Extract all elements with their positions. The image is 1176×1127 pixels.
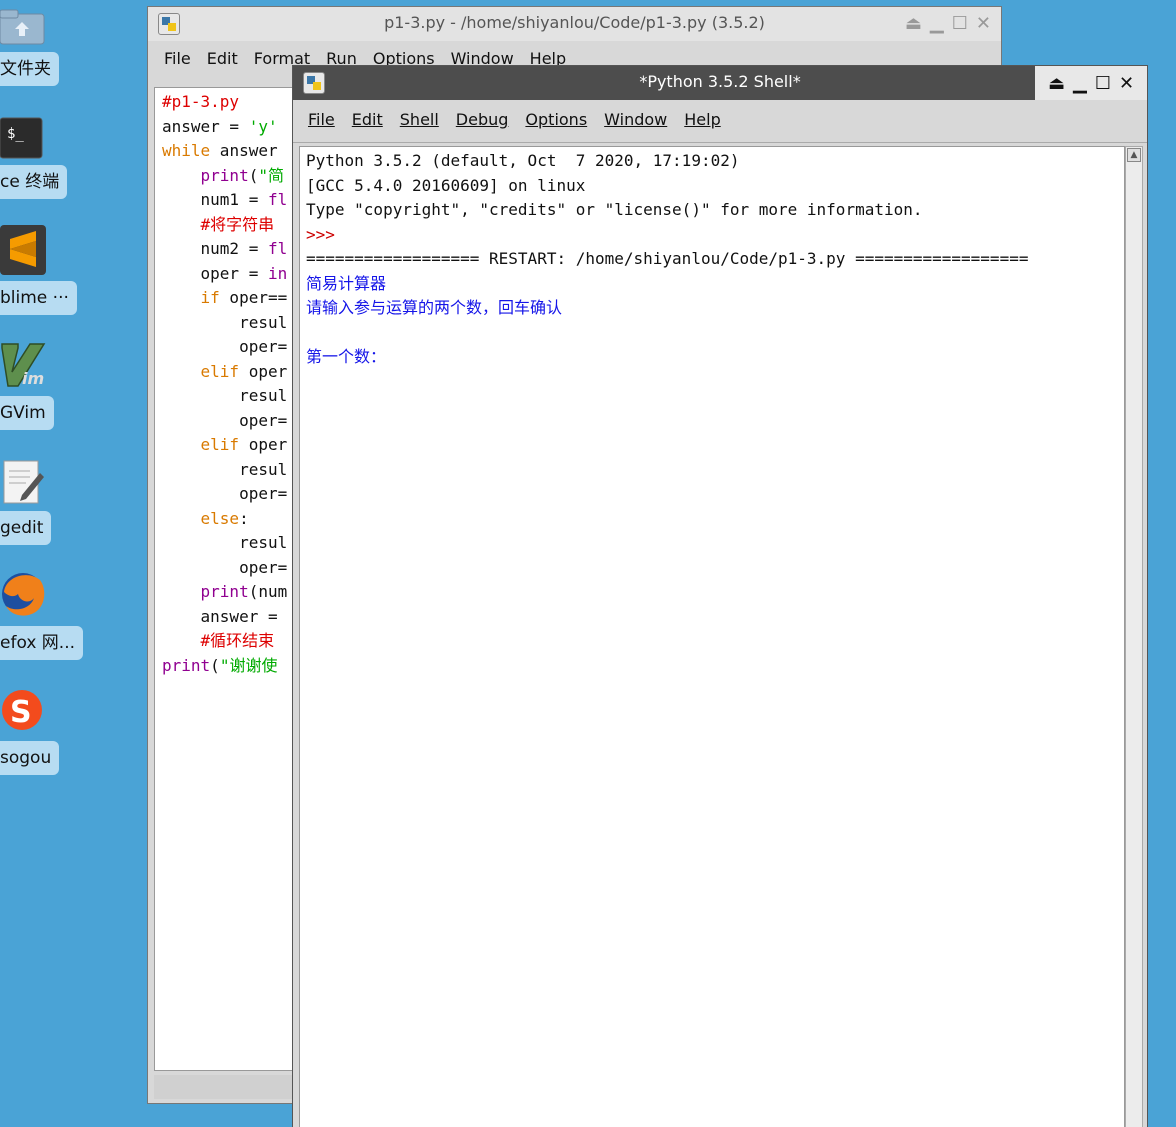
code-line: resul — [162, 312, 288, 332]
shell-menubar: File Edit Shell Debug Options Window Hel… — [308, 110, 1147, 129]
desktop-icon-gedit[interactable]: gedit — [0, 455, 80, 545]
desktop-icon-label: gedit — [0, 511, 52, 545]
output-line: 简易计算器 — [306, 273, 387, 293]
code-line: #循环结束 — [200, 631, 275, 650]
banner-line: Type "copyright", "credits" or "license(… — [306, 200, 923, 219]
minimize-icon[interactable]: ▁ — [930, 13, 944, 34]
banner-line: Python 3.5.2 (default, Oct 7 2020, 17:19… — [306, 151, 740, 170]
shell-window-title: *Python 3.5.2 Shell* — [639, 72, 801, 91]
code-line: if oper== — [200, 288, 288, 307]
vim-icon: im — [0, 340, 46, 388]
svg-text:$_: $_ — [7, 126, 24, 142]
code-line: num1 = fl — [162, 190, 288, 209]
code-line: num2 = fl — [162, 239, 288, 258]
editor-window-title: p1-3.py - /home/shiyanlou/Code/p1-3.py (… — [384, 13, 765, 32]
desktop-icon-label: 文件夹 — [0, 52, 59, 86]
input-prompt-line: 第一个数： — [306, 347, 387, 366]
code-line: elif oper — [200, 435, 288, 454]
code-line: print("谢谢使 — [162, 655, 278, 675]
editor-text-area[interactable]: #p1-3.py answer = 'y' while answer print("… — [154, 87, 304, 1071]
editor-code: #p1-3.py answer = 'y' while answer print("… — [155, 88, 303, 678]
output-line: 请输入参与运算的两个数，回车确认 — [306, 298, 563, 317]
code-line: print("简 — [200, 165, 284, 185]
terminal-icon: $_ — [0, 116, 46, 160]
firefox-icon — [0, 570, 46, 616]
code-line: oper= — [162, 410, 288, 430]
eject-icon[interactable]: ⏏ — [1048, 73, 1065, 94]
shell-titlebar[interactable]: *Python 3.5.2 Shell* ⏏ ▁ ☐ ✕ — [293, 66, 1147, 100]
shell-prompt: >>> — [306, 224, 345, 244]
code-line: #p1-3.py — [162, 92, 240, 111]
code-line: answer = 'y' — [162, 116, 278, 136]
desktop-icon-firefox[interactable]: efox 网... — [0, 570, 83, 660]
menu-separator — [293, 142, 1147, 143]
desktop-icon-label: sogou — [0, 741, 60, 775]
code-line: oper= — [162, 484, 288, 503]
desktop-icon-terminal[interactable]: $_ ce 终端 — [0, 112, 80, 202]
desktop-icon-label: ce 终端 — [0, 165, 68, 199]
code-line: print(num — [200, 582, 288, 601]
menu-edit[interactable]: Edit — [352, 110, 383, 129]
restart-line: ================== RESTART: /home/shiyan… — [306, 249, 1029, 268]
maximize-icon[interactable]: ☐ — [1095, 73, 1111, 94]
menu-window[interactable]: Window — [604, 110, 667, 129]
desktop-icon-sogou[interactable]: S sogou — [0, 685, 80, 775]
menu-file[interactable]: File — [308, 110, 335, 129]
scroll-up-icon[interactable]: ▲ — [1127, 148, 1141, 162]
vertical-scrollbar[interactable]: ▲ — [1125, 146, 1143, 1127]
editor-titlebar[interactable]: p1-3.py - /home/shiyanlou/Code/p1-3.py (… — [148, 7, 1001, 41]
menu-help[interactable]: Help — [684, 110, 720, 129]
desktop-icon-label: efox 网... — [0, 626, 83, 660]
code-line: resul — [162, 533, 288, 552]
sublime-text-icon — [0, 225, 46, 275]
shell-text-area[interactable]: Python 3.5.2 (default, Oct 7 2020, 17:19… — [299, 146, 1125, 1127]
code-line: #将字符串 — [200, 214, 275, 234]
menu-edit[interactable]: Edit — [207, 49, 238, 68]
sogou-icon: S — [0, 687, 46, 731]
code-line: oper= — [162, 557, 288, 577]
menu-file[interactable]: File — [164, 49, 191, 68]
shell-window[interactable]: *Python 3.5.2 Shell* ⏏ ▁ ☐ ✕ File Edit S… — [292, 65, 1148, 1127]
banner-line: [GCC 5.4.0 20160609] on linux — [306, 175, 586, 195]
gedit-icon — [0, 459, 46, 504]
svg-text:S: S — [10, 695, 32, 730]
code-line: elif oper — [200, 361, 288, 381]
close-icon[interactable]: ✕ — [976, 13, 991, 34]
desktop-icon-folder[interactable]: 文件夹 — [0, 0, 80, 90]
code-line: oper= — [162, 337, 288, 356]
home-folder-icon — [0, 8, 46, 52]
desktop-icon-sublime[interactable]: blime ··· — [0, 225, 80, 315]
svg-text:im: im — [22, 369, 44, 388]
desktop-icon-label: GVim — [0, 396, 54, 430]
eject-icon[interactable]: ⏏ — [905, 13, 922, 34]
code-line: oper = in — [162, 263, 288, 283]
menu-debug[interactable]: Debug — [456, 110, 509, 129]
code-line: resul — [162, 386, 288, 405]
code-line: while answer — [162, 141, 278, 160]
desktop-icon-label: blime ··· — [0, 281, 77, 315]
desktop-icon-gvim[interactable]: im GVim — [0, 340, 80, 430]
menu-options[interactable]: Options — [525, 110, 587, 129]
code-line: answer = — [162, 606, 288, 626]
code-line: resul — [162, 459, 288, 479]
code-line: else: — [200, 508, 249, 528]
menu-shell[interactable]: Shell — [400, 110, 439, 129]
close-icon[interactable]: ✕ — [1119, 73, 1134, 94]
minimize-icon[interactable]: ▁ — [1073, 73, 1087, 94]
maximize-icon[interactable]: ☐ — [952, 13, 968, 34]
